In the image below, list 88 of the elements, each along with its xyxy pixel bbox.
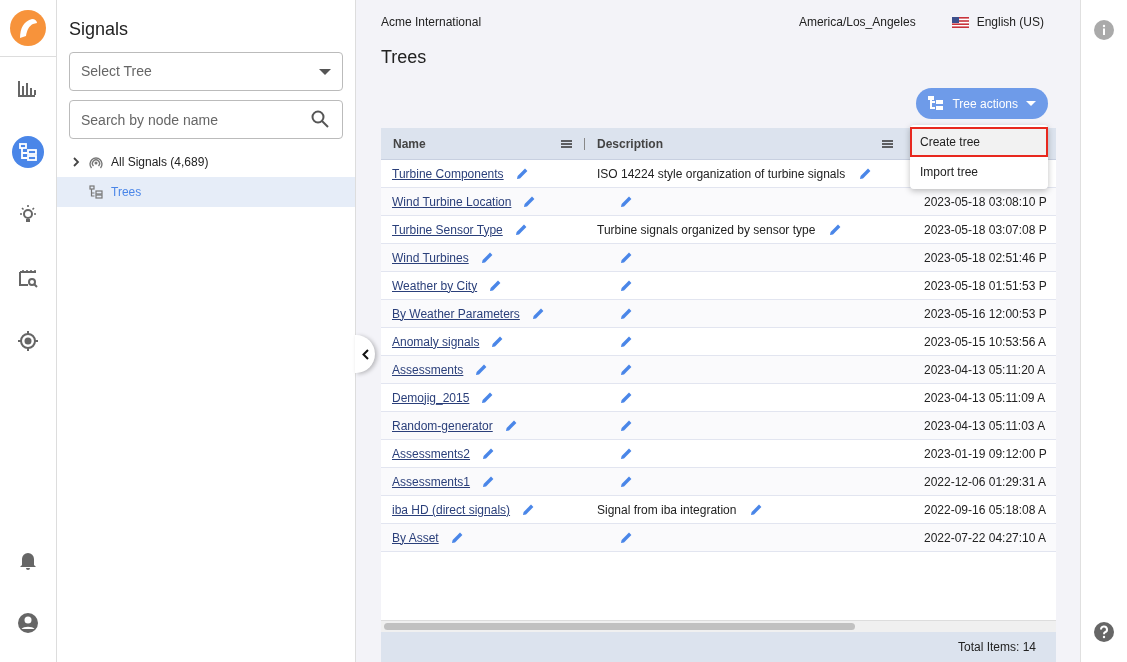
edit-icon[interactable] [620,391,633,404]
table-cell: 2023-05-18 03:08:10 P [924,194,1047,209]
edit-icon[interactable] [482,475,496,488]
caret-icon [319,68,331,75]
tree-icon[interactable] [12,135,44,168]
edit-icon[interactable] [515,167,529,180]
edit-icon[interactable] [620,363,633,376]
tree-icon [928,96,945,111]
table-cell: 2023-04-13 05:11:20 A [924,362,1046,377]
column-header[interactable]: Name [393,134,426,153]
tree-name-link[interactable]: Turbine Components [392,164,504,183]
chevron-right-icon[interactable] [71,157,81,167]
tree-name-link[interactable]: By Asset [392,528,439,547]
table-cell-text: Turbine signals organized by sensor type [597,221,816,239]
edit-icon[interactable] [514,223,528,236]
tree-select[interactable]: Select Tree [69,52,343,91]
table-cell: 2023-05-16 12:00:53 P [924,306,1047,321]
tree-name-link[interactable]: By Weather Parameters [392,304,520,323]
edit-icon[interactable] [859,167,873,180]
table-cell: 2022-07-22 04:27:10 A [924,530,1047,545]
tree-name-link[interactable]: Anomaly signals [392,332,480,351]
search-field[interactable]: Search by node name [69,100,343,139]
edit-icon[interactable] [523,195,537,208]
edit-icon[interactable] [620,279,633,292]
edit-icon[interactable] [620,419,633,432]
edit-icon[interactable] [531,307,545,320]
edit-icon[interactable] [475,363,489,376]
table-cell-text: Signal from iba integration [597,501,737,519]
table-cell-text: ISO 14224 style organization of turbine signals [597,165,846,183]
logo-icon[interactable] [10,10,46,46]
edit-icon[interactable] [620,447,633,460]
tree-name-link[interactable]: Wind Turbine Location [392,192,512,211]
tree-name-link[interactable]: Assessments1 [392,472,471,491]
tree-item[interactable]: All Signals (4,689) [57,147,355,177]
edit-icon[interactable] [482,447,496,460]
edit-icon[interactable] [481,391,495,404]
menu-item[interactable]: Import tree [910,157,1048,187]
organization-name: Acme International [381,14,482,31]
table-cell: 2023-05-18 03:07:08 P [924,222,1047,237]
table-cell: 2022-09-16 05:18:08 A [924,502,1047,517]
edit-icon[interactable] [750,503,764,516]
menu-item[interactable]: Create tree [910,127,1048,157]
tree-name-link[interactable]: iba HD (direct signals) [392,500,511,519]
sidebar-title: Signals [68,18,130,41]
edit-icon[interactable] [620,335,633,348]
column-header[interactable]: Description [597,134,663,153]
help-icon[interactable] [1094,622,1114,642]
flag-icon [951,16,969,28]
edit-icon[interactable] [620,195,633,208]
table-cell: 2023-05-18 02:51:46 P [924,250,1047,265]
edit-icon[interactable] [522,503,536,516]
edit-icon[interactable] [829,223,843,236]
tree-name-link[interactable]: Weather by City [392,276,478,295]
edit-icon[interactable] [504,419,518,432]
chevron-left-icon [361,348,369,360]
info-icon[interactable] [1094,20,1114,40]
tree-name-link[interactable]: Assessments2 [392,444,471,463]
edit-icon[interactable] [450,531,464,544]
edit-icon[interactable] [491,335,505,348]
table-cell: 2023-05-18 01:51:53 P [924,278,1047,293]
timezone-label[interactable]: America/Los_Angeles [798,13,916,31]
edit-icon[interactable] [620,251,633,264]
search-icon[interactable] [311,110,329,128]
edit-icon[interactable] [480,251,494,264]
horizontal-scrollbar[interactable] [381,620,1056,632]
table-cell: 2023-04-13 05:11:03 A [924,418,1046,433]
edit-icon[interactable] [620,531,633,544]
edit-icon[interactable] [620,475,633,488]
table-cell: 2022-12-06 01:29:31 A [924,474,1047,489]
edit-icon[interactable] [620,307,633,320]
caret-icon [1026,101,1036,106]
tree-name-link[interactable]: Random-generator [392,416,493,435]
signal-icon [89,155,103,169]
tree-name-link[interactable]: Turbine Sensor Type [392,220,503,239]
menu-icon[interactable] [882,139,893,148]
tree-icon [89,185,103,199]
menu-icon[interactable] [561,139,572,148]
edit-icon[interactable] [489,279,503,292]
table-cell: 2023-04-13 05:11:09 A [924,390,1046,405]
tree-name-link[interactable]: Assessments [392,360,464,379]
tree-name-link[interactable]: Wind Turbines [392,248,469,267]
total-items-label: Total Items: 14 [957,639,1036,656]
tree-name-link[interactable]: Demojig_2015 [392,388,470,407]
table-cell: 2023-01-19 09:12:00 P [924,446,1047,461]
table-cell: 2023-05-15 10:53:56 A [924,334,1047,349]
language-selector[interactable]: English (US) [976,13,1044,31]
scrollbar-thumb[interactable] [384,623,855,630]
page-title: Trees [381,46,428,69]
